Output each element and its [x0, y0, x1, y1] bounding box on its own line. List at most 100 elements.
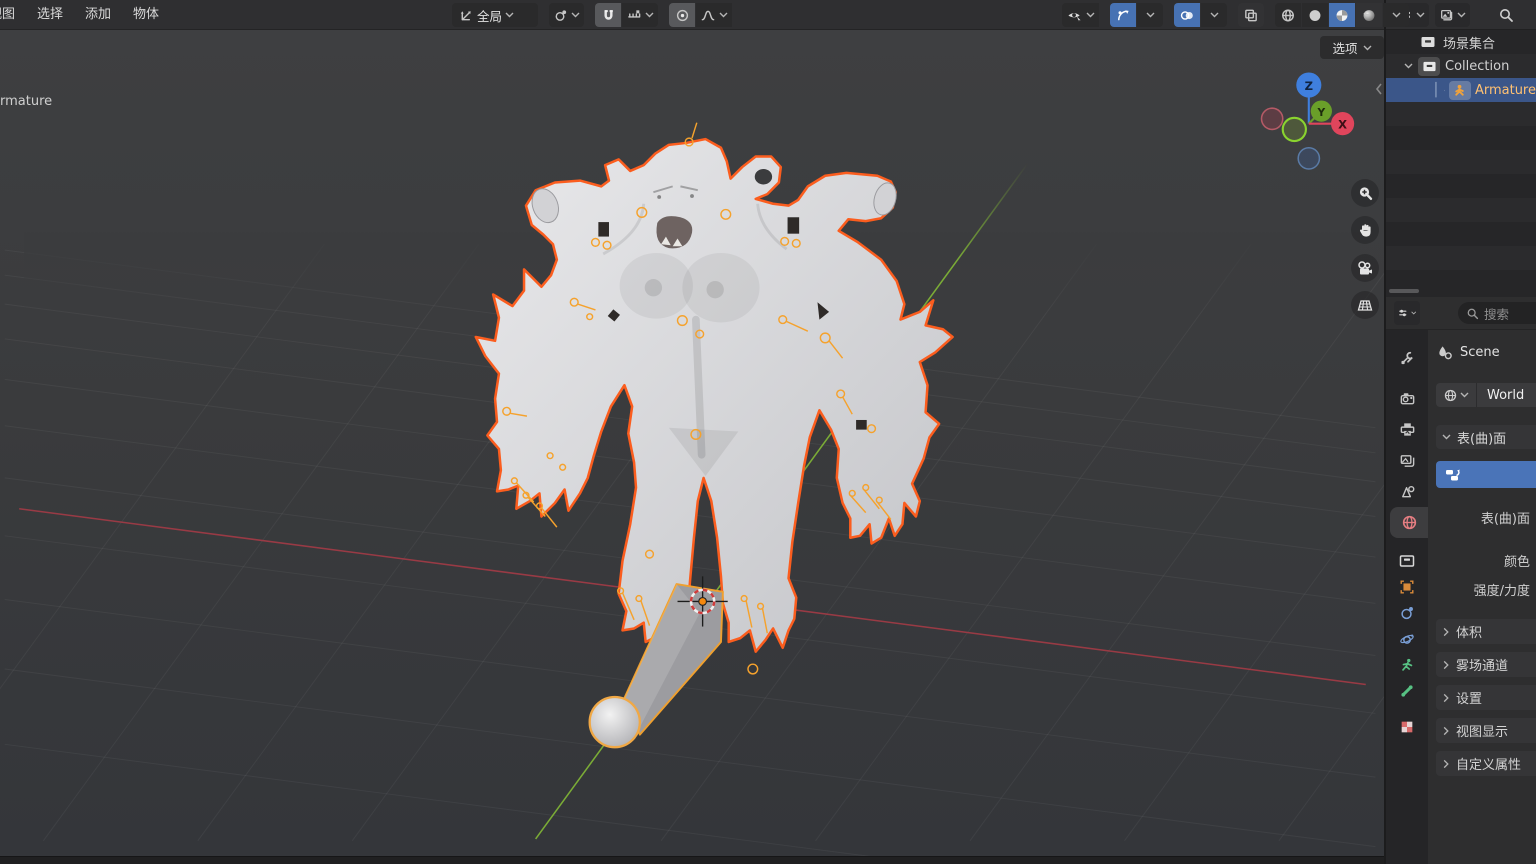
tab-tool[interactable]	[1386, 342, 1428, 373]
orientation-label: 全局	[477, 6, 502, 25]
xray-icon	[1243, 8, 1259, 23]
properties-sliders-icon	[1398, 306, 1408, 320]
world-browse-button[interactable]	[1436, 383, 1476, 407]
shading-material-button[interactable]	[1329, 3, 1355, 27]
gizmo-axis-y-neg[interactable]	[1283, 118, 1306, 141]
tab-world[interactable]	[1390, 507, 1428, 538]
grid-icon	[1356, 297, 1374, 314]
outliner-empty-row	[1386, 102, 1536, 126]
custom-properties-panel-header[interactable]: 自定义属性	[1436, 751, 1536, 776]
tab-texture[interactable]	[1386, 714, 1428, 740]
properties-editor-type-dropdown[interactable]	[1394, 301, 1420, 325]
viewport-display-panel-header[interactable]: 视图显示	[1436, 718, 1536, 743]
show-gizmos-toggle[interactable]	[1110, 3, 1136, 27]
chevron-down-icon	[1460, 392, 1469, 398]
viewport-3d[interactable]: Z Y X rmature 选项	[0, 30, 1384, 864]
panel-collapsed-chevron	[1442, 660, 1450, 670]
menu-select[interactable]: 选择	[26, 0, 74, 30]
object-type-visibility-dropdown[interactable]	[1062, 3, 1099, 27]
scene-breadcrumb-icon	[1436, 344, 1453, 361]
gizmo-axis-z-neg[interactable]	[1298, 148, 1319, 169]
search-placeholder: 搜索	[1484, 304, 1509, 323]
tab-render[interactable]	[1386, 383, 1428, 414]
chevron-down-icon	[1210, 12, 1219, 18]
viewport-display-group	[1062, 3, 1409, 27]
snap-target-dropdown[interactable]	[622, 3, 658, 27]
settings-panel-header[interactable]: 设置	[1436, 685, 1536, 710]
shading-rendered-button[interactable]	[1356, 3, 1382, 27]
tab-scene[interactable]	[1386, 476, 1428, 507]
search-icon[interactable]	[1498, 7, 1514, 23]
pivot-point-dropdown[interactable]	[549, 3, 584, 27]
world-name-field[interactable]: World	[1476, 383, 1536, 407]
region-collapse-arrow[interactable]	[1375, 82, 1383, 96]
pan-button[interactable]	[1351, 216, 1379, 244]
chevron-down-icon	[571, 12, 580, 18]
tab-object-data[interactable]	[1386, 652, 1428, 678]
world-data-selector: World	[1436, 383, 1536, 407]
monster-model[interactable]	[476, 139, 953, 652]
xray-toggle[interactable]	[1238, 3, 1264, 27]
tab-view-layer[interactable]	[1386, 445, 1428, 476]
properties-content: Scene World	[1428, 330, 1536, 864]
tab-constraints[interactable]	[1386, 600, 1428, 626]
tab-physics[interactable]	[1386, 626, 1428, 652]
wireframe-sphere-icon	[1280, 8, 1296, 23]
outliner-row-collection[interactable]: Collection	[1386, 54, 1536, 78]
tab-bone[interactable]	[1386, 678, 1428, 704]
menu-view[interactable]: 视图	[0, 0, 26, 30]
tab-collection-props[interactable]	[1386, 548, 1428, 574]
shading-dropdown[interactable]	[1383, 3, 1409, 27]
shading-wireframe-button[interactable]	[1275, 3, 1301, 27]
outliner-scrollbar[interactable]	[1389, 289, 1419, 293]
shoulder-loop-hole	[755, 169, 772, 184]
pivot-icon	[553, 8, 568, 23]
solid-sphere-icon	[1307, 8, 1323, 23]
tab-output[interactable]	[1386, 414, 1428, 445]
properties-search-field[interactable]: 搜索	[1458, 302, 1536, 324]
gizmo-axis-x-neg[interactable]	[1262, 108, 1283, 129]
show-gizmos-dropdown[interactable]	[1137, 3, 1163, 27]
armature-data-icon	[1399, 657, 1415, 673]
show-overlays-dropdown[interactable]	[1201, 3, 1227, 27]
ortho-grid-button[interactable]	[1351, 291, 1379, 319]
zoom-button[interactable]	[1351, 179, 1379, 207]
menu-add[interactable]: 添加	[74, 0, 122, 30]
mist-pass-panel-header[interactable]: 雾场通道	[1436, 652, 1536, 677]
use-nodes-button[interactable]	[1436, 461, 1536, 488]
chevron-down-icon	[1416, 12, 1425, 18]
camera-view-button[interactable]	[1351, 254, 1379, 282]
navigation-gizmo[interactable]: Z Y X	[1262, 72, 1355, 169]
view-layer-icon	[1399, 452, 1416, 469]
panel-collapsed-chevron	[1442, 627, 1450, 637]
shading-solid-button[interactable]	[1302, 3, 1328, 27]
proportional-editing-toggle[interactable]	[669, 3, 695, 27]
options-dropdown[interactable]: 选项	[1320, 36, 1384, 59]
breadcrumb-scene-label: Scene	[1460, 345, 1500, 360]
gizmo-z-label: Z	[1305, 79, 1313, 93]
surface-panel-header[interactable]: 表(曲)面	[1436, 425, 1536, 449]
outliner-empty-row	[1386, 126, 1536, 150]
proportional-circle-icon	[675, 8, 690, 23]
search-icon	[1466, 307, 1479, 320]
transform-orientation-dropdown[interactable]: 全局	[452, 3, 538, 27]
outliner-empty-row	[1386, 174, 1536, 198]
constraints-icon	[1399, 605, 1415, 621]
show-overlays-toggle[interactable]	[1174, 3, 1200, 27]
menu-object[interactable]: 物体	[122, 0, 170, 30]
volume-panel-header[interactable]: 体积	[1436, 619, 1536, 644]
expand-arrow-icon[interactable]	[1444, 85, 1445, 96]
falloff-curve-icon	[700, 8, 716, 23]
gizmo-icon	[1115, 8, 1131, 23]
outliner-empty-row	[1386, 222, 1536, 246]
snap-toggle[interactable]	[595, 3, 621, 27]
panel-collapsed-chevron	[1442, 693, 1450, 703]
tab-object[interactable]	[1386, 574, 1428, 600]
outliner-row-scene-collection[interactable]: 场景集合	[1386, 30, 1536, 54]
proportional-falloff-dropdown[interactable]	[696, 3, 732, 27]
properties-editor: 搜索	[1386, 297, 1536, 864]
outliner-row-armature[interactable]: │ Armature	[1386, 78, 1536, 102]
surface-panel-label: 表(曲)面	[1457, 428, 1506, 447]
right-panels: 场景集合 Collection │	[1384, 0, 1536, 864]
outliner-filter-dropdown[interactable]	[1435, 3, 1470, 27]
